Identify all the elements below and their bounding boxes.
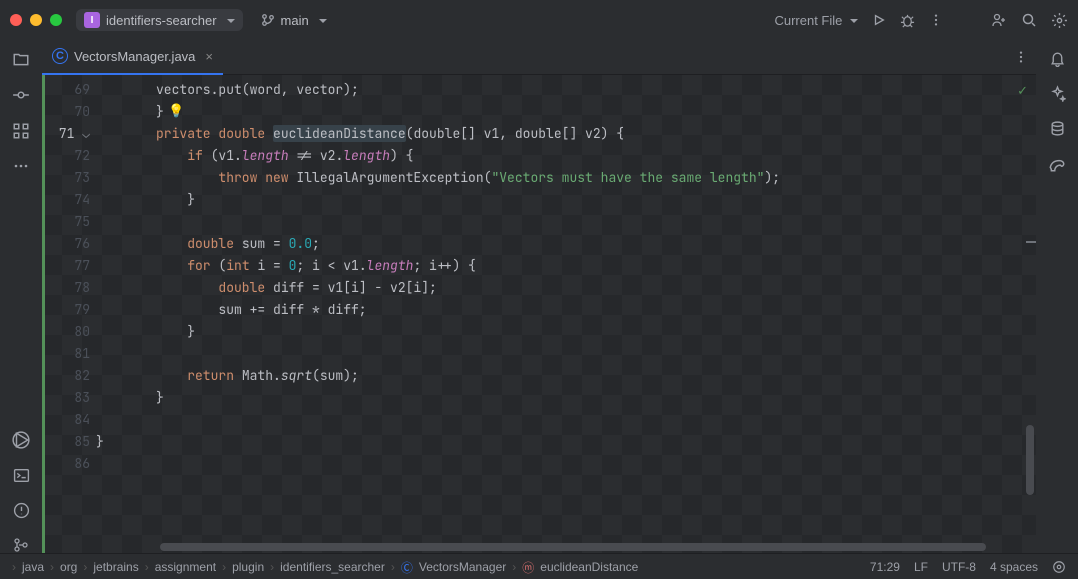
more-tools-button[interactable]: [13, 158, 29, 174]
reader-mode-icon[interactable]: [1052, 560, 1066, 574]
notifications-button[interactable]: [1049, 50, 1066, 67]
file-encoding[interactable]: UTF-8: [942, 560, 976, 574]
run-button[interactable]: [872, 13, 886, 27]
database-tool-button[interactable]: [1049, 120, 1066, 137]
debug-button[interactable]: [900, 13, 915, 28]
tabs-menu-button[interactable]: [1014, 50, 1028, 64]
vcs-tool-button[interactable]: [13, 537, 29, 553]
settings-button[interactable]: [1051, 12, 1068, 29]
run-config-selector[interactable]: Current File: [774, 13, 858, 28]
gradle-tool-button[interactable]: [1048, 155, 1066, 173]
project-name: identifiers-searcher: [106, 13, 217, 28]
run-tool-button[interactable]: [12, 431, 30, 449]
branch-icon: [261, 13, 275, 27]
problems-tool-button[interactable]: [13, 502, 30, 519]
line-gutter[interactable]: 69 70 71 ⌄ 72 73 74 75 76 77 78 79 80 81…: [42, 75, 96, 553]
intention-bulb-icon[interactable]: 💡: [168, 103, 184, 119]
indent-config[interactable]: 4 spaces: [990, 560, 1038, 574]
branch-name: main: [281, 13, 309, 28]
horizontal-scrollbar[interactable]: [160, 543, 986, 551]
chevron-down-icon: [846, 13, 858, 28]
inspection-ok-icon[interactable]: ✓: [1017, 83, 1028, 99]
breadcrumb[interactable]: ›java ›org ›jetbrains ›assignment ›plugi…: [12, 559, 870, 576]
minimize-window-button[interactable]: [30, 14, 42, 26]
terminal-tool-button[interactable]: [13, 467, 30, 484]
project-tool-button[interactable]: [12, 50, 30, 68]
minimap-marker: [1026, 241, 1036, 243]
vertical-scrollbar[interactable]: [1026, 425, 1034, 495]
structure-tool-button[interactable]: [12, 122, 30, 140]
status-bar: ›java ›org ›jetbrains ›assignment ›plugi…: [0, 553, 1078, 579]
tab-filename: VectorsManager.java: [74, 49, 195, 64]
project-badge-icon: I: [84, 12, 100, 28]
close-tab-button[interactable]: ×: [205, 49, 213, 64]
chevron-down-icon: [315, 13, 327, 28]
editor-tabs: C VectorsManager.java ×: [42, 40, 1036, 75]
ai-assistant-button[interactable]: [1049, 85, 1066, 102]
code-editor[interactable]: 69 70 71 ⌄ 72 73 74 75 76 77 78 79 80 81…: [42, 75, 1036, 553]
left-toolbar: [0, 40, 42, 553]
right-toolbar: [1036, 40, 1078, 553]
maximize-window-button[interactable]: [50, 14, 62, 26]
window-controls: [10, 14, 62, 26]
title-bar: I identifiers-searcher main Current File: [0, 0, 1078, 40]
branch-selector[interactable]: main: [253, 10, 335, 31]
commit-tool-button[interactable]: [12, 86, 30, 104]
search-button[interactable]: [1021, 12, 1037, 28]
cursor-position[interactable]: 71:29: [870, 560, 900, 574]
file-tab[interactable]: C VectorsManager.java ×: [42, 39, 223, 75]
chevron-down-icon: [223, 13, 235, 28]
more-actions-button[interactable]: [929, 13, 943, 27]
code-area[interactable]: vectors.put(word, vector); } private dou…: [96, 75, 1036, 553]
line-separator[interactable]: LF: [914, 560, 928, 574]
close-window-button[interactable]: [10, 14, 22, 26]
project-selector[interactable]: I identifiers-searcher: [76, 9, 243, 31]
java-class-icon: C: [52, 48, 68, 64]
code-with-me-button[interactable]: [991, 12, 1007, 28]
